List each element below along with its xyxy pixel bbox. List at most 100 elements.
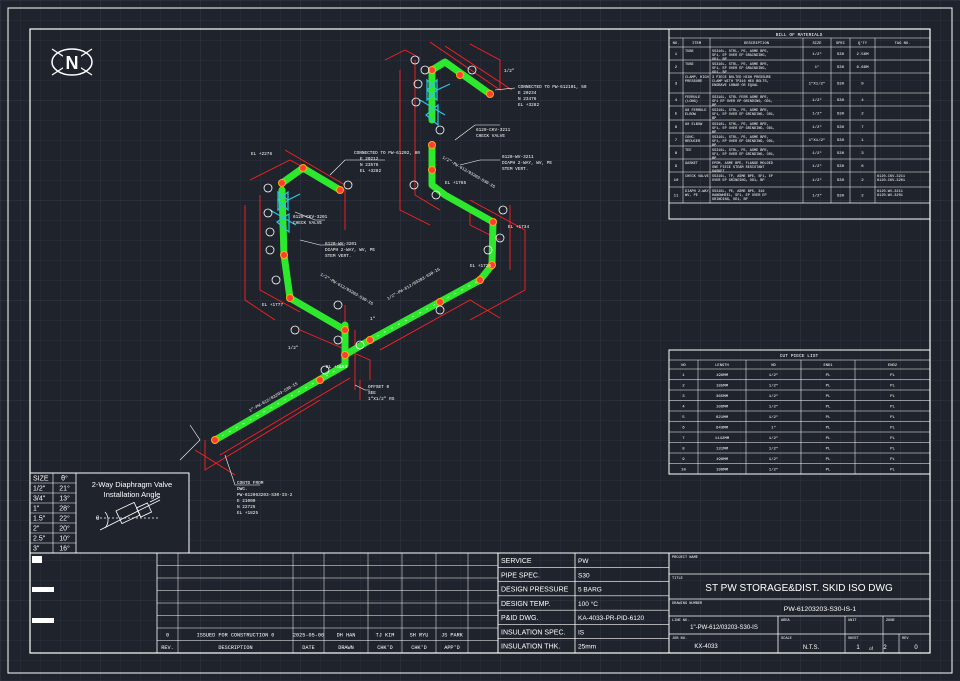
rev-label: REV [902, 637, 909, 641]
area-label: AREA [781, 619, 790, 623]
angle-cell: 20° [59, 525, 70, 533]
cut-list-cell: PL [890, 374, 895, 378]
bom-cell: S30 [837, 195, 845, 199]
bom-item: CHECK VALVE [685, 175, 709, 179]
iso-label: CONNECTED TO PW-612101, 50 [518, 85, 587, 90]
bom-tag: 6120-CKV-3211 6120-CKV-3201 [877, 175, 905, 183]
iso-label: E 20212 [360, 157, 379, 162]
iso-label: 6120-CKV-3211 [476, 128, 511, 133]
line-no: 1"-PW-612/03203-S30-IS [690, 625, 758, 631]
iso-label: 6120-CKV-3201 [293, 215, 328, 220]
cut-list-cell: PL [826, 406, 831, 410]
cut-list-cell: PL [826, 385, 831, 389]
bom-header: NO. [673, 42, 680, 46]
bom-cell: S30 [837, 179, 845, 183]
service-value: 25mm [578, 644, 596, 651]
iso-label: OFFSET 0 [368, 385, 389, 390]
bom-item: TUBE [685, 63, 694, 67]
cut-list-cell: 1/2" [769, 447, 779, 452]
iso-label: EL +3282 [518, 103, 539, 108]
cut-list-cell: PL [826, 437, 831, 441]
iso-label: 6120-WV-3211 [502, 155, 534, 160]
cut-list-cell: 1/2" [769, 373, 779, 378]
revision-cell: DH HAN [337, 633, 356, 639]
cut-list-cell: PL [890, 406, 895, 410]
iso-label: STEM VERT. [325, 254, 351, 259]
service-value: PW [578, 558, 589, 565]
iso-label: EL +1734 [508, 225, 529, 230]
iso-label: E 20234 [518, 91, 537, 96]
revision-header: DESCRIPTION [218, 645, 252, 651]
bom-cell: S30 [837, 126, 845, 130]
bom-cell: S30 [837, 83, 845, 87]
bom-cell: 1/2" [812, 178, 822, 183]
project-label: PROJECT NAME [672, 556, 698, 560]
cut-list-header: END1 [823, 364, 833, 368]
angle-cell: 13° [59, 495, 70, 503]
zone-label: ZONE [886, 619, 895, 623]
bom-cell: 1/2" [812, 52, 822, 57]
angle-cell: 22° [59, 515, 70, 523]
service-value: 100 °C [578, 600, 598, 608]
cut-list-cell: 365MM [716, 395, 729, 399]
cut-list-cell: PL [890, 416, 895, 420]
bom-cell: S30 [837, 53, 845, 57]
angle-cell: 16° [59, 545, 70, 553]
cut-list-cell: PL [890, 395, 895, 399]
cut-list-cell: PL [826, 395, 831, 399]
bom-tag: 6120-WV-3211 6120-WV-3201 [877, 190, 903, 198]
drawing-number: PW-61203203-S30-IS-1 [784, 606, 857, 613]
revision-cell: TJ KIM [376, 633, 395, 639]
bom-item: TEE [685, 149, 691, 153]
bom-cell: 11 [674, 195, 679, 199]
size-cell: 2" [33, 526, 40, 533]
job-no: KX-4033 [694, 644, 718, 650]
bom-cell: 1/2" [812, 164, 822, 169]
iso-label: CHECK VALVE [476, 134, 505, 139]
iso-label: EL +2276 [251, 152, 272, 157]
cad-drawing-canvas[interactable]: N CONNECTED TO PW-612101, 50 E 20234 N 2… [0, 0, 960, 681]
cut-list-cell: 1/2" [769, 394, 779, 399]
iso-label: SEE [368, 391, 376, 396]
north-label: N [66, 53, 79, 73]
bom-item: FERRULE (LONG) [685, 96, 700, 104]
iso-label: 1/2" [504, 69, 515, 74]
iso-label: PW-612063203-S30-IS-2 [237, 493, 293, 498]
cut-list-cell: 106MM [716, 406, 729, 410]
iso-label: 1"X1/2" RS [368, 397, 395, 402]
revision-cell: 2025-05-06 [293, 633, 324, 639]
angle-cell: 21° [59, 485, 70, 493]
cut-list-cell: PL [890, 427, 895, 431]
bom-header: ITEM [692, 42, 702, 46]
cut-list-cell: 10 [681, 469, 686, 473]
bom-cell: S30 [837, 152, 845, 156]
bom-cell: 1"X1/2" [809, 82, 826, 87]
cut-list-cell: PL [890, 437, 895, 441]
revision-header: CHK'D [411, 645, 427, 651]
service-label: INSULATION THK. [501, 644, 560, 651]
iso-label: 6120-WV-3201 [325, 242, 357, 247]
angle-header: θ° [61, 475, 68, 483]
bom-cell: 6.68M [856, 66, 869, 70]
cut-list-cell: PL [890, 448, 895, 452]
iso-label: 1/2" [288, 346, 299, 351]
service-label: P&ID DWG. [501, 615, 538, 622]
size-cell: 2.5" [33, 536, 46, 543]
bom-header: SIZE [812, 42, 822, 46]
revision-header: APP'D [444, 645, 460, 651]
bom-header: Q'TY [858, 41, 868, 46]
service-value: 5 BARG [578, 587, 602, 594]
cut-list-cell: 1/2" [769, 457, 779, 462]
iso-label: N 23476 [518, 97, 537, 102]
scale-value: N.T.S. [803, 645, 820, 651]
drawing-number-label: DRAWING NUMBER [672, 602, 703, 606]
bom-item: GASKET [685, 162, 699, 166]
scale-label: SCALE [781, 637, 792, 641]
size-header: SIZE [33, 476, 49, 483]
iso-label: DWG. [237, 487, 248, 492]
revision-cell: SH RYU [410, 633, 429, 639]
cut-list-cell: 1/2" [769, 436, 779, 441]
revision-header: DRAWN [338, 645, 354, 651]
size-cell: 3" [33, 546, 40, 553]
bom-cell: 1/2" [812, 151, 822, 156]
